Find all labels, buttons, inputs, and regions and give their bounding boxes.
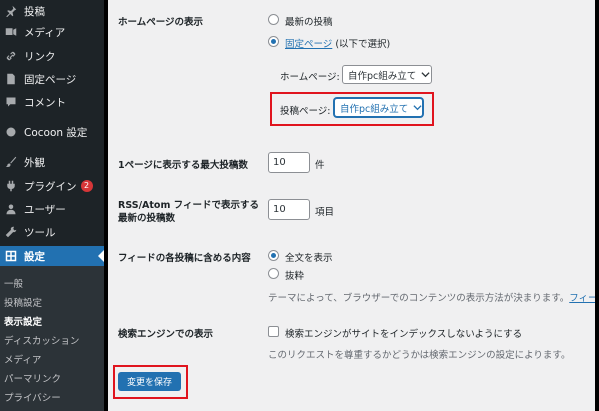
latest-posts-radio[interactable]	[268, 14, 279, 25]
sidebar-item-tools[interactable]: ツール	[0, 222, 104, 242]
comment-icon	[4, 95, 18, 109]
feed-count-label-line2: 最新の投稿数	[118, 213, 176, 224]
homepage-display-label: ホームページの表示	[118, 17, 204, 28]
chevron-down-icon	[421, 70, 431, 80]
excerpt-label: 抜粋	[285, 271, 305, 282]
admin-sidebar: 投稿 メディア リンク 固定ページ コメント Cocoon 設定 外観 プラグイ…	[0, 0, 104, 411]
submenu-general[interactable]: 一般	[4, 276, 23, 290]
sidebar-item-cocoon[interactable]: Cocoon 設定	[0, 122, 104, 142]
discourage-indexing-label: 検索エンジンがサイトをインデックスしないようにする	[285, 329, 523, 340]
posts-page-select-label: 投稿ページ:	[280, 106, 331, 117]
homepage-select-label: ホームページ:	[280, 72, 340, 83]
sidebar-item-label: 投稿	[24, 5, 45, 18]
submenu-permalinks[interactable]: パーマリンク	[4, 371, 61, 385]
full-text-radio[interactable]	[268, 250, 279, 261]
posts-page-select[interactable]: 自作pc組み立て	[334, 98, 423, 117]
sidebar-item-links[interactable]: リンク	[0, 46, 104, 66]
sidebar-item-pages[interactable]: 固定ページ	[0, 69, 104, 89]
save-changes-button[interactable]: 変更を保存	[118, 372, 181, 391]
sidebar-item-appearance[interactable]: 外観	[0, 152, 104, 172]
sidebar-item-label: Cocoon 設定	[24, 126, 88, 139]
posts-page-select-value: 自作pc組み立て	[340, 103, 409, 115]
sidebar-item-label: 設定	[24, 250, 45, 263]
feed-content-label: フィードの各投稿に含める内容	[118, 253, 251, 264]
sidebar-item-label: コメント	[24, 96, 66, 109]
wrench-icon	[4, 225, 18, 239]
media-icon	[4, 25, 18, 39]
submenu-privacy[interactable]: プライバシー	[4, 390, 61, 404]
search-engine-note: このリクエストを尊重するかどうかは検索エンジンの設定によります。	[268, 350, 571, 361]
full-text-label: 全文を表示	[285, 253, 333, 264]
reading-settings-form: ホームページの表示 最新の投稿 固定ページ (以下で選択) ホームページ: 自作…	[108, 0, 598, 411]
discourage-indexing-checkbox[interactable]	[268, 326, 279, 337]
posts-per-page-unit: 件	[315, 160, 325, 171]
update-count-badge: 2	[80, 180, 93, 192]
feed-count-input[interactable]: 10	[268, 199, 310, 220]
circle-icon	[4, 125, 18, 139]
feed-count-unit: 項目	[315, 207, 335, 218]
submenu-reading[interactable]: 表示設定	[4, 314, 42, 328]
static-page-link[interactable]: 固定ページ	[285, 39, 332, 50]
frame-border-right	[595, 0, 599, 411]
pin-icon	[4, 4, 18, 18]
excerpt-radio[interactable]	[268, 268, 279, 279]
page-icon	[4, 72, 18, 86]
submenu-writing[interactable]: 投稿設定	[4, 295, 42, 309]
sidebar-item-label: リンク	[24, 50, 56, 63]
sidebar-item-users[interactable]: ユーザー	[0, 199, 104, 219]
sidebar-item-label: プラグイン	[24, 180, 77, 193]
feed-content-note: テーマによって、ブラウザーでのコンテンツの表示方法が決まります。フィー	[268, 290, 598, 304]
static-page-option-label: 固定ページ (以下で選択)	[285, 36, 390, 50]
submenu-discussion[interactable]: ディスカッション	[4, 333, 79, 347]
sidebar-item-media[interactable]: メディア	[0, 22, 104, 42]
static-page-radio[interactable]	[268, 36, 279, 47]
sidebar-item-label: 外観	[24, 156, 45, 169]
brush-icon	[4, 155, 18, 169]
sidebar-item-posts[interactable]: 投稿	[0, 1, 104, 21]
user-icon	[4, 202, 18, 216]
latest-posts-label: 最新の投稿	[285, 17, 333, 28]
sidebar-item-label: メディア	[24, 26, 66, 39]
sidebar-item-label: ツール	[24, 226, 56, 239]
feed-note-text: テーマによって、ブラウザーでのコンテンツの表示方法が決まります。	[268, 293, 570, 304]
feed-note-link[interactable]: フィー	[569, 293, 597, 304]
sidebar-item-comments[interactable]: コメント	[0, 92, 104, 112]
feed-count-label-line1: RSS/Atom フィードで表示する	[118, 200, 259, 211]
homepage-select-value: 自作pc組み立て	[348, 70, 417, 82]
search-engine-label: 検索エンジンでの表示	[118, 329, 214, 340]
sidebar-item-settings[interactable]: 設定	[0, 246, 104, 266]
sidebar-item-label: 固定ページ	[24, 73, 77, 86]
plugin-icon	[4, 179, 18, 193]
static-page-suffix: (以下で選択)	[335, 39, 391, 50]
homepage-select[interactable]: 自作pc組み立て	[342, 65, 432, 84]
posts-per-page-label: 1ページに表示する最大投稿数	[118, 160, 248, 171]
link-icon	[4, 49, 18, 63]
chevron-down-icon	[413, 103, 422, 113]
sidebar-item-plugins[interactable]: プラグイン 2	[0, 176, 104, 196]
posts-per-page-input[interactable]: 10	[268, 152, 310, 173]
submenu-media[interactable]: メディア	[4, 352, 41, 366]
settings-icon	[4, 249, 18, 263]
sidebar-item-label: ユーザー	[24, 203, 66, 216]
